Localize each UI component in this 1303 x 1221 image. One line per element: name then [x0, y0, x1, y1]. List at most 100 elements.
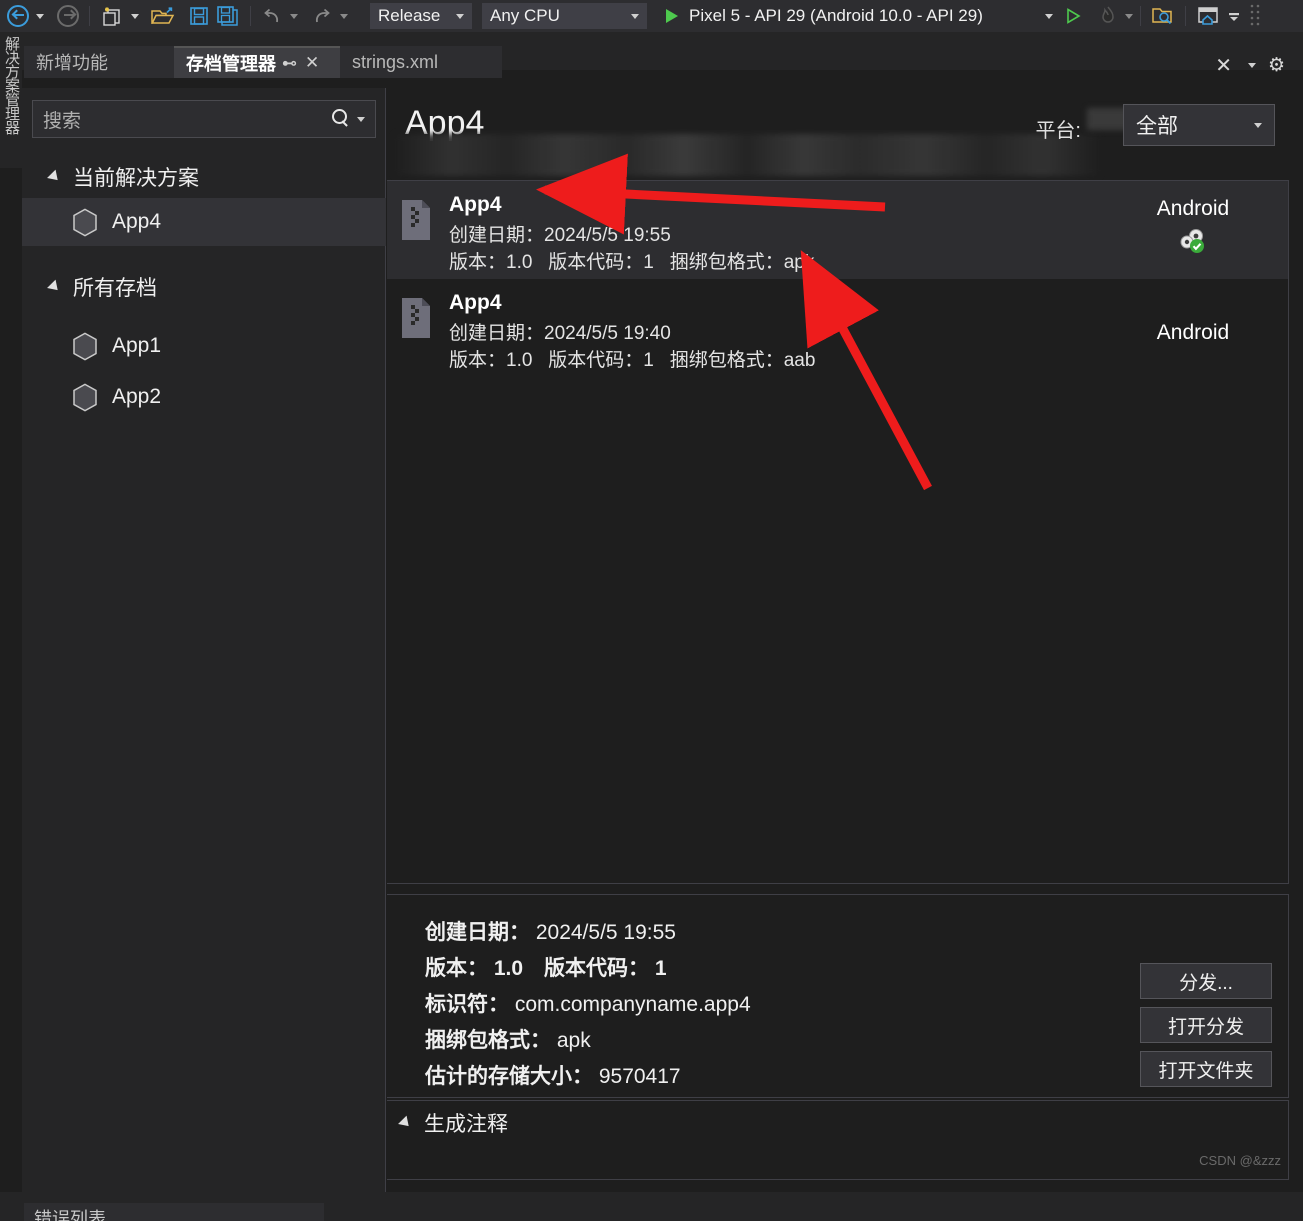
gear-icon[interactable]: ⚙: [1268, 54, 1285, 77]
solution-explorer-docked-tab[interactable]: 解决方案管理器: [0, 36, 22, 168]
archive-manager-main: App4 平台: 全部 App4 创建日期：2024/5/5 19:55 版本：…: [387, 88, 1289, 1192]
open-distribution-button[interactable]: 打开分发: [1140, 1007, 1272, 1043]
tree-group-label: 当前解决方案: [73, 167, 199, 190]
tab-new-features[interactable]: 新增功能: [24, 46, 174, 78]
archive-version-code-label: 版本代码：: [548, 252, 644, 273]
archive-created: 创建日期：2024/5/5 19:55: [449, 222, 1098, 249]
triangle-expanded-icon[interactable]: [47, 169, 62, 185]
build-notes-pane: 生成注释: [387, 1100, 1289, 1180]
main-toolbar: Release Any CPU Pixel 5 - API 29 (Androi…: [0, 0, 1303, 32]
tree-group-header[interactable]: 当前解决方案: [22, 156, 386, 198]
platform-filter-combobox[interactable]: 全部: [1123, 104, 1275, 146]
panel-right-edge: [1289, 88, 1303, 1192]
window-home-button[interactable]: [1193, 3, 1223, 29]
archive-bundle-label: 捆绑包格式：: [669, 252, 784, 273]
chevron-down-icon[interactable]: [357, 116, 365, 122]
search-input[interactable]: 搜索: [32, 100, 376, 138]
archive-row[interactable]: App4 创建日期：2024/5/5 19:40 版本：1.0 版本代码：1 捆…: [387, 279, 1288, 377]
sidebar-item-app2[interactable]: App2: [22, 373, 386, 421]
tab-strings-xml[interactable]: strings.xml: [340, 46, 502, 78]
save-button[interactable]: [185, 3, 213, 29]
pin-icon[interactable]: ⊷: [282, 54, 297, 72]
search-icon: [331, 109, 351, 129]
sidebar-item-app1[interactable]: App1: [22, 322, 386, 370]
redo-button[interactable]: [308, 3, 336, 29]
detail-size-label: 估计的存储大小：: [425, 1065, 593, 1088]
chevron-down-icon[interactable]: [1247, 63, 1256, 68]
platform-combobox[interactable]: Any CPU: [482, 3, 647, 29]
archive-detail-lines: 创建日期： 2024/5/5 19:55 版本： 1.0 版本代码： 1 标识符…: [425, 915, 751, 1095]
chevron-down-icon: [631, 13, 639, 19]
triangle-expanded-icon[interactable]: [47, 279, 62, 295]
run-target-combobox[interactable]: Pixel 5 - API 29 (Android 10.0 - API 29): [681, 3, 1061, 29]
navigate-forward-button[interactable]: [54, 3, 82, 29]
chevron-down-icon: [456, 13, 464, 19]
archive-bundle-value: apk: [783, 252, 815, 273]
archive-meta: 版本：1.0 版本代码：1 捆绑包格式：aab: [449, 347, 1098, 374]
hot-reload-icon: [1102, 6, 1114, 23]
start-without-debugging-button[interactable]: [1061, 3, 1085, 29]
tab-label: 新增功能: [36, 53, 108, 73]
navigate-back-button[interactable]: [4, 3, 32, 29]
triangle-expanded-icon[interactable]: [398, 1115, 413, 1131]
tab-label: strings.xml: [352, 51, 439, 72]
window-home-icon: [1198, 7, 1218, 25]
tab-archive-manager[interactable]: 存档管理器 ⊷ ✕: [174, 46, 340, 78]
tree-group-header[interactable]: 所有存档: [22, 266, 386, 308]
tab-strip-actions: ✕ ⚙: [1215, 53, 1285, 78]
archive-info: App4 创建日期：2024/5/5 19:40 版本：1.0 版本代码：1 捆…: [449, 291, 1098, 377]
start-debug-button[interactable]: [663, 3, 681, 29]
archive-version-value: 1.0: [506, 350, 533, 371]
archive-meta: 版本：1.0 版本代码：1 捆绑包格式：apk: [449, 249, 1098, 276]
detail-created: 创建日期： 2024/5/5 19:55: [425, 915, 751, 951]
toolbar-divider-3: [1140, 6, 1141, 26]
configuration-value: Release: [378, 6, 441, 25]
undo-dropdown-icon[interactable]: [290, 13, 298, 19]
sidebar-item-app4[interactable]: App4: [22, 198, 386, 246]
detail-size: 估计的存储大小： 9570417: [425, 1059, 751, 1095]
archive-created-label: 创建日期：: [449, 225, 545, 246]
watermark: CSDN @&zzz: [1199, 1153, 1281, 1168]
new-item-dropdown-icon[interactable]: [131, 13, 139, 19]
archive-created-label: 创建日期：: [449, 323, 545, 344]
close-group-icon[interactable]: ✕: [1215, 53, 1232, 78]
document-tab-strip: 新增功能 存档管理器 ⊷ ✕ strings.xml: [0, 32, 1303, 78]
close-icon[interactable]: ✕: [305, 53, 319, 73]
save-all-button[interactable]: [213, 3, 243, 29]
open-file-button[interactable]: [147, 3, 179, 29]
undo-button[interactable]: [258, 3, 286, 29]
tree-group-current-solution: 当前解决方案 App4: [22, 156, 386, 246]
error-list-tab[interactable]: 错误列表: [24, 1203, 324, 1221]
archive-platform-label: Android: [1156, 197, 1230, 220]
visual-studio-window: Release Any CPU Pixel 5 - API 29 (Androi…: [0, 0, 1303, 1221]
hot-reload-button[interactable]: [1095, 3, 1121, 29]
open-folder-button[interactable]: 打开文件夹: [1140, 1051, 1272, 1087]
redo-dropdown-icon[interactable]: [340, 13, 348, 19]
navigate-back-dropdown-icon[interactable]: [36, 13, 44, 19]
archive-version-code-value: 1: [643, 350, 654, 371]
hot-reload-dropdown-icon[interactable]: [1125, 13, 1133, 19]
build-notes-header[interactable]: 生成注释: [387, 1101, 1288, 1145]
new-item-button[interactable]: [97, 3, 127, 29]
error-list-label: 错误列表: [34, 1209, 106, 1221]
toolbar-divider-2: [250, 6, 251, 26]
detail-size-value: 9570417: [598, 1065, 681, 1088]
archive-row[interactable]: App4 创建日期：2024/5/5 19:55 版本：1.0 版本代码：1 捆…: [387, 181, 1288, 279]
archive-file-icon: [402, 298, 430, 338]
platform-filter-label: 平台:: [1035, 120, 1081, 142]
detail-bundle-label: 捆绑包格式：: [425, 1029, 551, 1052]
archive-list[interactable]: App4 创建日期：2024/5/5 19:55 版本：1.0 版本代码：1 捆…: [387, 180, 1289, 884]
hexagon-icon: [73, 332, 97, 360]
open-file-icon: [151, 7, 175, 24]
hexagon-icon: [73, 208, 97, 236]
navigate-back-icon: [7, 5, 29, 27]
toolbar-divider: [89, 6, 90, 26]
search-in-folder-button[interactable]: [1148, 3, 1178, 29]
archive-platform-cell: Android: [1098, 291, 1288, 377]
undo-icon: [264, 8, 279, 23]
configuration-combobox[interactable]: Release: [370, 3, 472, 29]
archive-created-value: 2024/5/5 19:55: [544, 225, 671, 246]
search-in-folder-icon: [1152, 8, 1172, 25]
toolbar-overflow-button[interactable]: [1223, 3, 1245, 29]
distribute-button[interactable]: 分发...: [1140, 963, 1272, 999]
